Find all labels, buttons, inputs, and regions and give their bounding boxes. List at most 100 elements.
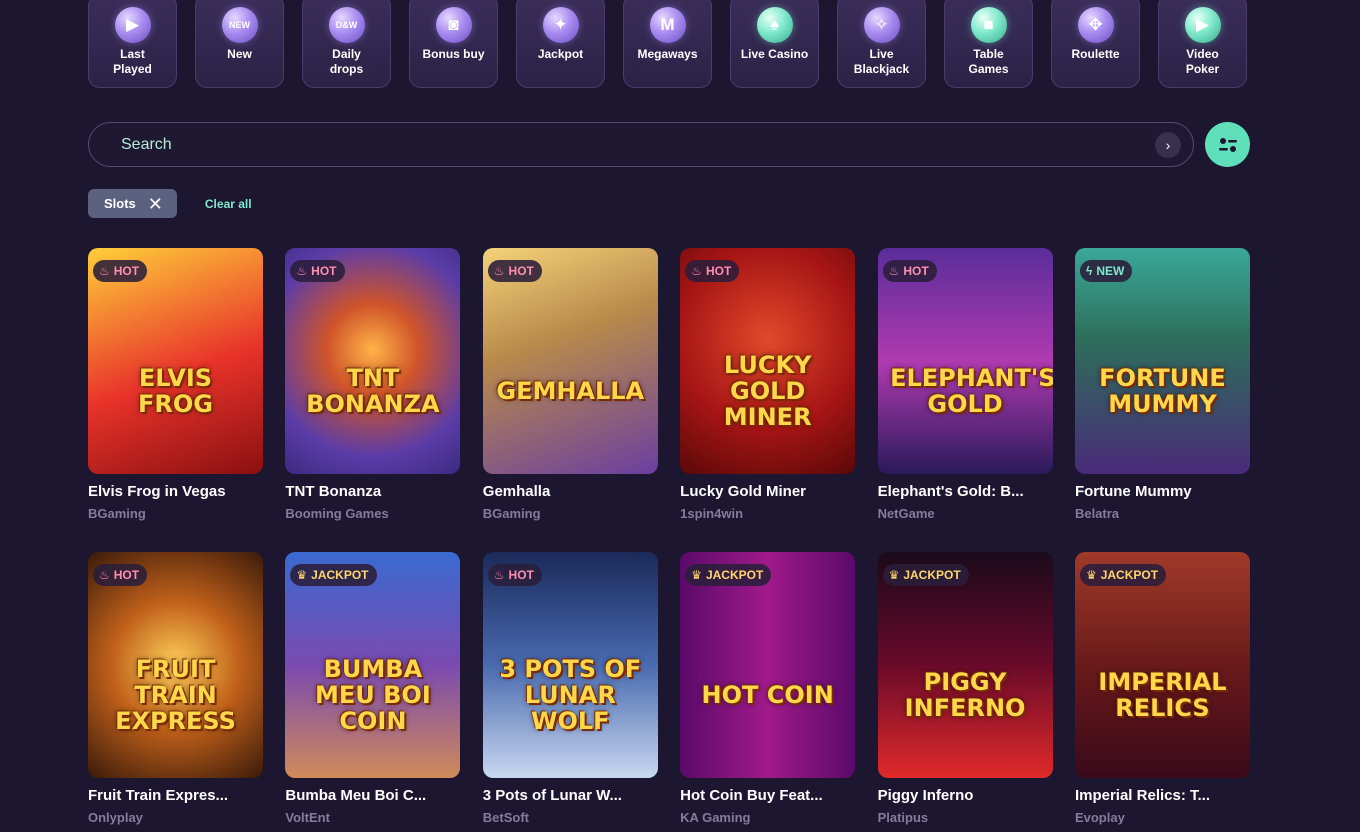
game-card[interactable]: ♨ HOT 3 POTS OF LUNAR WOLF 3 Pots of Lunar … [482,552,658,832]
game-provider: 1spin4win [680,506,744,521]
game-thumbnail[interactable]: ♛ JACKPOT IMPERIAL RELICS [1074,552,1250,778]
game-card[interactable]: ♨ HOT ELVIS FROG Elvis Frog in Vegas BGaming [88,248,263,552]
category-tile[interactable]: ■ Table Games [944,0,1033,88]
game-card[interactable]: ♨ HOT GEMHALLA Gemhalla BGaming [482,248,658,552]
game-thumbnail[interactable]: ♨ HOT TNT BONANZA [285,248,461,474]
category-tile[interactable]: ◙ Bonus buy [409,0,498,88]
game-art-logo: FRUIT TRAIN EXPRESS [115,655,236,735]
game-art-logo: IMPERIAL RELICS [1098,668,1227,722]
badge-label: HOT [311,264,337,278]
search-submit-button[interactable]: › [1155,131,1181,158]
jackpot-badge: ♛ JACKPOT [290,564,377,586]
game-title[interactable]: 3 Pots of Lunar W... [483,787,658,804]
game-provider: BetSoft [482,810,529,825]
game-title[interactable]: TNT Bonanza [285,483,460,500]
game-provider: VoltEnt [285,810,330,825]
game-provider: Platipus [877,810,929,825]
jackpot-icon: ✦ [542,7,579,43]
clear-all-link[interactable]: Clear all [205,197,252,211]
game-title[interactable]: Fortune Mummy [1075,483,1250,500]
game-card[interactable]: ♛ JACKPOT IMPERIAL RELICS Imperial Relics: … [1074,552,1250,832]
category-label: Live Blackjack [853,47,910,76]
game-thumbnail[interactable]: ♨ HOT 3 POTS OF LUNAR WOLF [482,552,658,778]
game-title[interactable]: Imperial Relics: T... [1075,787,1250,804]
category-tile[interactable]: ✦ Jackpot [516,0,605,88]
category-label: Bonus buy [422,47,485,61]
game-title[interactable]: Hot Coin Buy Feat... [680,787,855,804]
category-tile[interactable]: D&W Daily drops [302,0,391,88]
game-provider: KA Gaming [680,810,751,825]
flame-icon: ♨ [493,568,505,582]
game-card[interactable]: ♨ HOT ELEPHANT'S GOLD Elephant's Gold: B...… [877,248,1053,552]
game-title[interactable]: Fruit Train Expres... [88,787,263,804]
category-tile[interactable]: M Megaways [623,0,712,88]
crown-icon: ♛ [691,568,702,582]
category-label: Daily drops [329,47,364,76]
hot-badge: ♨ HOT [93,260,148,282]
game-card[interactable]: ♨ HOT LUCKY GOLD MINER Lucky Gold Miner 1spi… [680,248,856,552]
game-provider: Evoplay [1074,810,1125,825]
game-card[interactable]: ♨ HOT FRUIT TRAIN EXPRESS Fruit Train Expre… [88,552,263,832]
camera-icon: ◙ [435,7,472,43]
game-thumbnail[interactable]: ♛ JACKPOT HOT COIN [680,552,856,778]
game-thumbnail[interactable]: ϟ NEW FORTUNE MUMMY [1074,248,1250,474]
hot-badge: ♨ HOT [93,564,148,586]
game-thumbnail[interactable]: ♨ HOT FRUIT TRAIN EXPRESS [88,552,263,778]
search-bar: › [88,122,1194,167]
flame-icon: ♨ [99,568,110,582]
game-thumbnail[interactable]: ♨ HOT ELEPHANT'S GOLD [877,248,1053,474]
badge-label: JACKPOT [1100,568,1159,582]
category-tile[interactable]: ▶ Video Poker [1158,0,1247,88]
game-provider: BGaming [482,506,541,521]
game-card[interactable]: ♛ JACKPOT PIGGY INFERNO Piggy Inferno Platip… [877,552,1053,832]
game-provider: BGaming [88,506,146,521]
game-art-logo: ELVIS FROG [138,364,213,418]
card-icon: ✧ [863,7,900,43]
crown-icon: ♛ [888,568,900,582]
game-title[interactable]: Elvis Frog in Vegas [88,483,263,500]
game-title[interactable]: Elephant's Gold: B... [878,483,1053,500]
game-title[interactable]: Piggy Inferno [878,787,1053,804]
roulette-icon: ✥ [1077,7,1114,43]
game-card[interactable]: ♛ JACKPOT BUMBA MEU BOI COIN Bumba Meu Boi … [285,552,461,832]
game-art-logo: LUCKY GOLD MINER [723,351,812,431]
game-card[interactable]: ϟ NEW FORTUNE MUMMY Fortune Mummy Belatra [1074,248,1250,552]
game-card[interactable]: ♛ JACKPOT HOT COIN Hot Coin Buy Feat... KA G… [680,552,856,832]
category-tile[interactable]: ♠ Live Casino [730,0,819,88]
category-label: Table Games [968,47,1009,76]
filter-chip-slots: Slots ✕ [88,189,177,218]
game-grid: ♨ HOT ELVIS FROG Elvis Frog in Vegas BGaming… [88,248,1250,832]
game-title[interactable]: Lucky Gold Miner [680,483,855,500]
lightning-icon: ϟ [1085,264,1093,278]
category-tile[interactable]: ✧ Live Blackjack [837,0,926,88]
crown-icon: ♛ [1085,568,1097,582]
badge-label: HOT [508,568,534,582]
game-provider: Booming Games [285,506,389,521]
game-thumbnail[interactable]: ♨ HOT LUCKY GOLD MINER [680,248,856,474]
game-provider: Onlyplay [88,810,143,825]
game-thumbnail[interactable]: ♛ JACKPOT BUMBA MEU BOI COIN [285,552,461,778]
category-label: Megaways [637,47,698,61]
play-icon: ▶ [114,7,151,43]
game-art-logo: HOT COIN [701,681,834,709]
game-art-logo: BUMBA MEU BOI COIN [315,655,431,735]
game-thumbnail[interactable]: ♨ HOT GEMHALLA [482,248,658,474]
category-label: Roulette [1071,47,1120,61]
game-provider: NetGame [877,506,935,521]
category-tile[interactable]: ▶ Last Played [88,0,177,88]
category-tile[interactable]: ✥ Roulette [1051,0,1140,88]
game-card[interactable]: ♨ HOT TNT BONANZA TNT Bonanza Booming Games [285,248,461,552]
game-thumbnail[interactable]: ♨ HOT ELVIS FROG [88,248,263,474]
game-thumbnail[interactable]: ♛ JACKPOT PIGGY INFERNO [877,552,1053,778]
badge-label: JACKPOT [903,568,961,582]
filter-button[interactable] [1205,122,1250,167]
close-icon[interactable]: ✕ [148,195,163,213]
hot-badge: ♨ HOT [685,260,740,282]
game-provider: Belatra [1074,506,1120,521]
game-title[interactable]: Bumba Meu Boi C... [285,787,460,804]
game-title[interactable]: Gemhalla [483,483,658,500]
badge-label: HOT [113,568,140,582]
search-input[interactable] [89,123,1155,166]
jackpot-badge: ♛ JACKPOT [882,564,969,586]
category-tile[interactable]: NEW New [195,0,284,88]
